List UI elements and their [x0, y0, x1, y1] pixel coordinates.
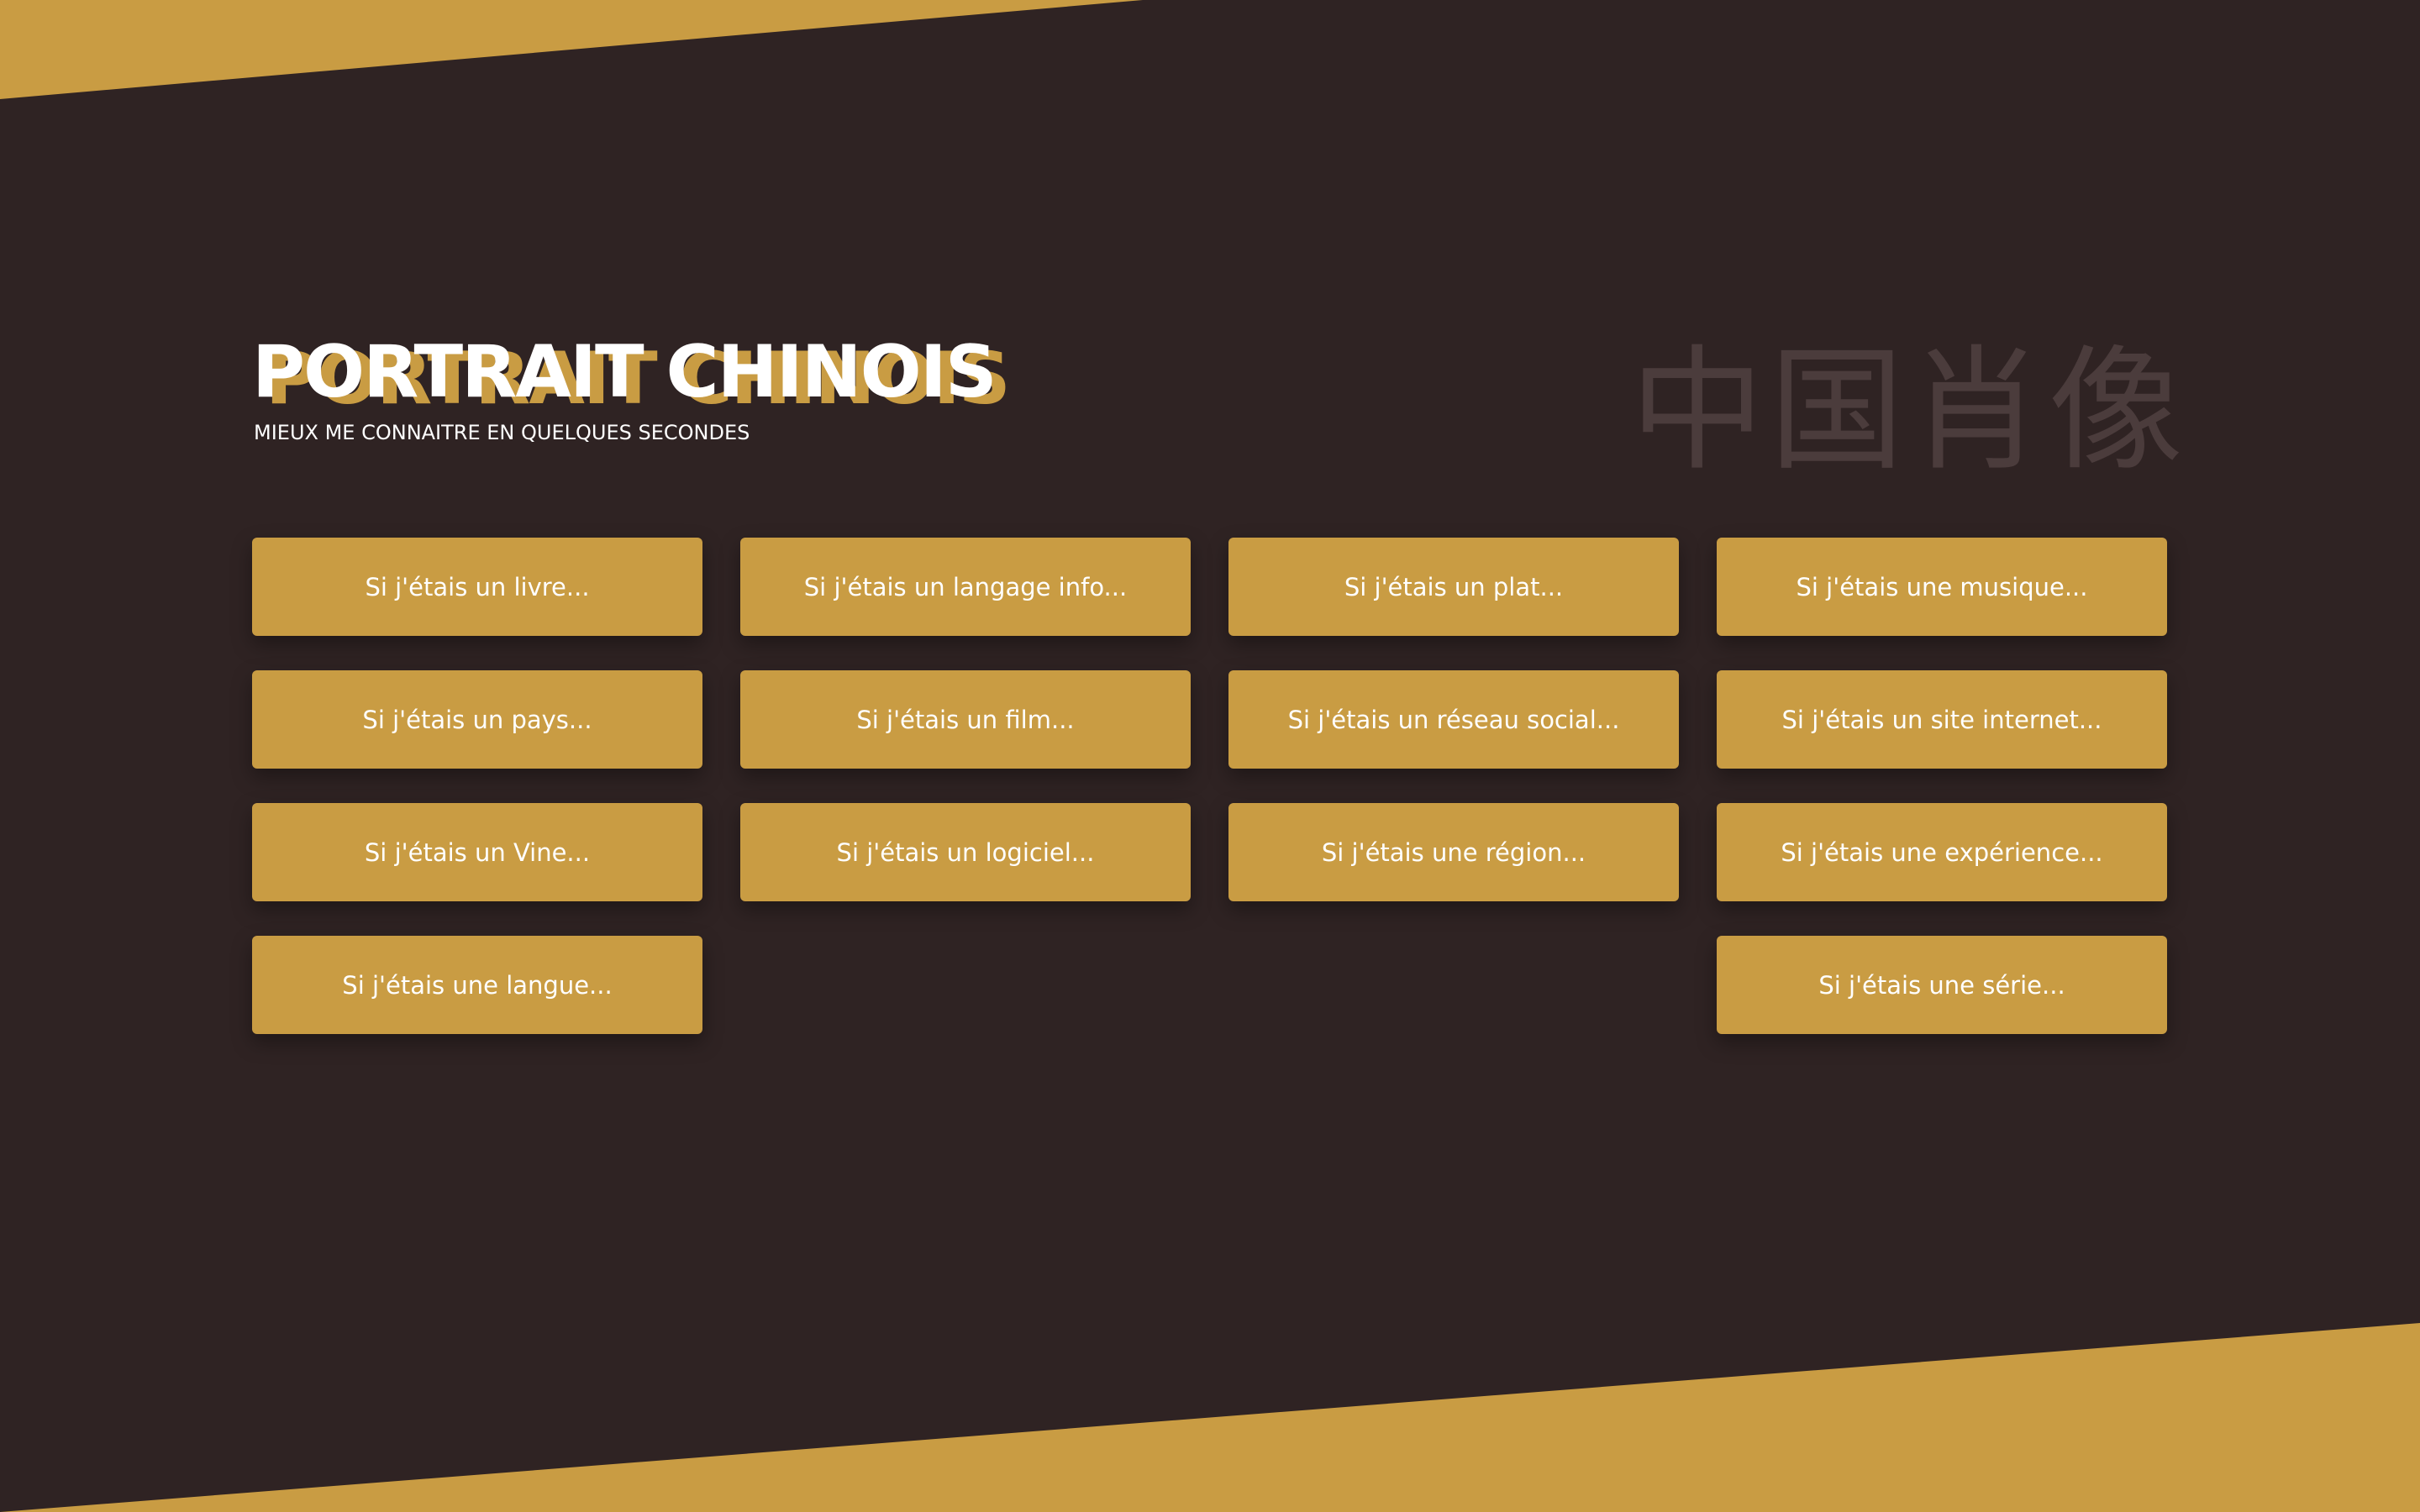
page: PORTRAIT CHINOIS MIEUX ME CONNAITRE EN Q… [0, 0, 2420, 1512]
page-subtitle: MIEUX ME CONNAITRE EN QUELQUES SECONDES [254, 421, 750, 444]
question-grid: Si j'étais un livre... Si j'étais un lan… [252, 538, 2168, 1034]
page-title: PORTRAIT CHINOIS [252, 330, 997, 414]
vine-button[interactable]: Si j'étais un Vine... [252, 803, 702, 901]
livre-button[interactable]: Si j'étais un livre... [252, 538, 702, 636]
experience-button[interactable]: Si j'étais une expérience... [1717, 803, 2167, 901]
site-internet-button[interactable]: Si j'étais un site internet... [1717, 670, 2167, 769]
pays-button[interactable]: Si j'étais un pays... [252, 670, 702, 769]
langage-button[interactable]: Si j'étais un langage info... [740, 538, 1191, 636]
plat-button[interactable]: Si j'étais un plat... [1228, 538, 1679, 636]
chinese-title-watermark: 中国肖像 [1630, 332, 2189, 489]
serie-button[interactable]: Si j'étais une série... [1717, 936, 2167, 1034]
langue-button[interactable]: Si j'étais une langue... [252, 936, 702, 1034]
reseau-social-button[interactable]: Si j'étais un réseau social... [1228, 670, 1679, 769]
region-button[interactable]: Si j'étais une région... [1228, 803, 1679, 901]
musique-button[interactable]: Si j'étais une musique... [1717, 538, 2167, 636]
logiciel-button[interactable]: Si j'étais un logiciel... [740, 803, 1191, 901]
film-button[interactable]: Si j'étais un film... [740, 670, 1191, 769]
page-header: PORTRAIT CHINOIS MIEUX ME CONNAITRE EN Q… [252, 329, 997, 447]
